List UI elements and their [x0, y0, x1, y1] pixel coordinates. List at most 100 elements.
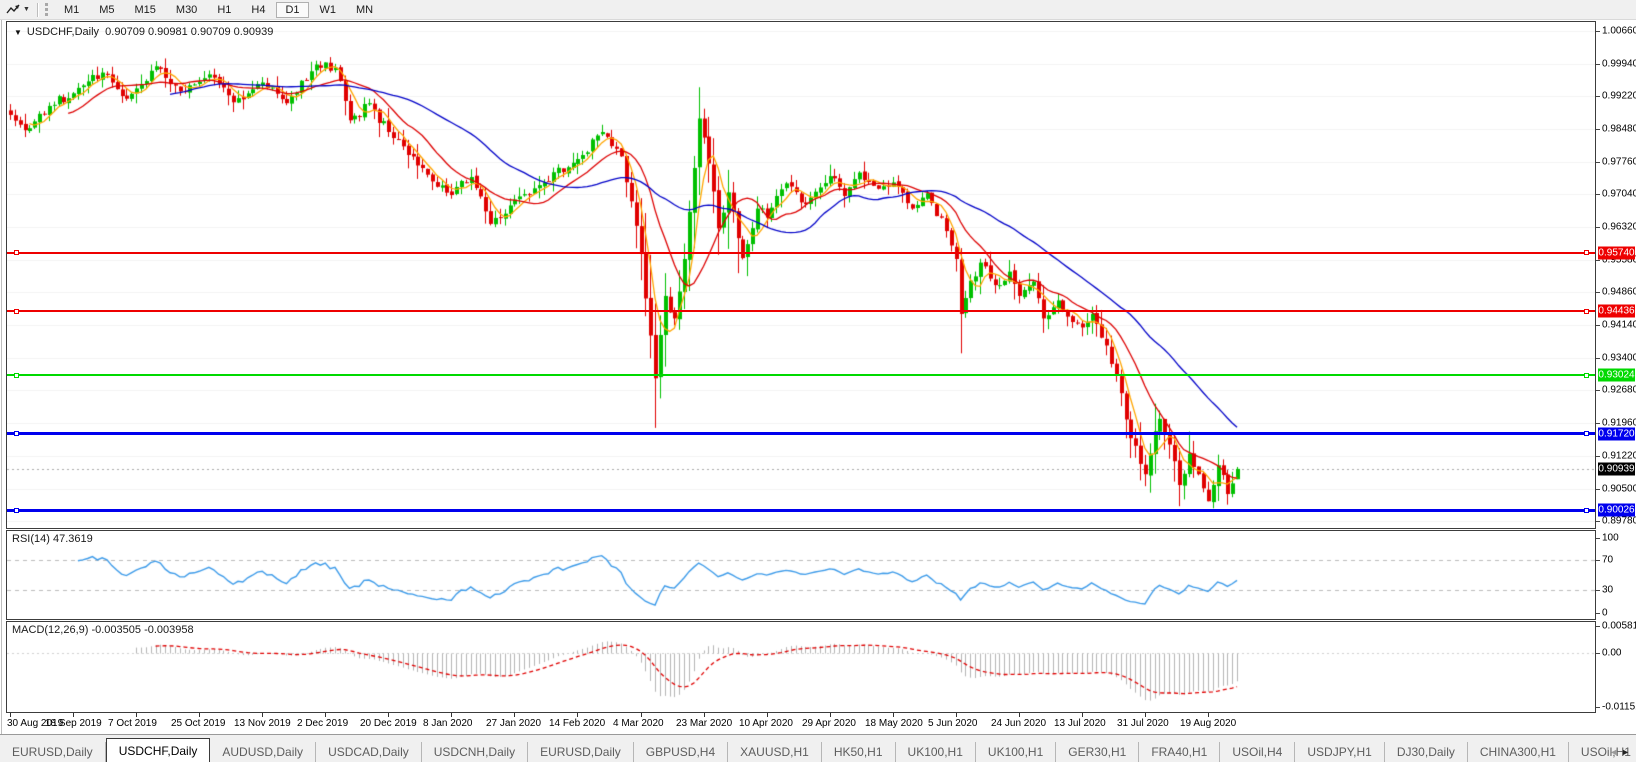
tab-xauusd-h1[interactable]: XAUUSD,H1	[728, 742, 822, 762]
hline-handle[interactable]	[1584, 309, 1589, 314]
tab-audusd-daily[interactable]: AUDUSD,Daily	[210, 742, 316, 762]
date-tick-mark	[136, 713, 137, 717]
hline-0.91720[interactable]	[7, 432, 1595, 435]
date-tick-mark	[704, 713, 705, 717]
chart-collapse-icon[interactable]: ▼	[14, 28, 22, 37]
price-tick-label: 0.97040	[1602, 189, 1636, 200]
price-tick-label: 0.93400	[1602, 353, 1636, 364]
hline-price-label: 0.95740	[1598, 246, 1635, 259]
timeframe-button-H1[interactable]: H1	[208, 2, 240, 18]
chart-title-ohlc: 0.90709 0.90981 0.90709 0.90939	[105, 26, 273, 38]
tab-usdjpy-h1[interactable]: USDJPY,H1	[1295, 742, 1384, 762]
hline-handle[interactable]	[1584, 373, 1589, 378]
tab-gbpusd-h4[interactable]: GBPUSD,H4	[634, 742, 728, 762]
date-tick-mark	[514, 713, 515, 717]
hline-handle[interactable]	[1584, 508, 1589, 513]
timeframe-button-M30[interactable]: M30	[167, 2, 206, 18]
price-tick-mark	[1596, 162, 1600, 163]
tab-scroll-right-icon[interactable]: ►	[1621, 747, 1633, 757]
rsi-canvas[interactable]	[7, 531, 1595, 619]
tab-eurusd-daily[interactable]: EURUSD,Daily	[0, 742, 106, 762]
chevron-down-icon[interactable]: ▼	[23, 6, 30, 13]
hline-handle[interactable]	[14, 250, 19, 255]
rsi-tick-mark	[1596, 538, 1600, 539]
date-label: 31 Jul 2020	[1117, 718, 1169, 729]
hline-handle[interactable]	[14, 431, 19, 436]
hline-0.93024[interactable]	[7, 374, 1595, 376]
hline-0.94436[interactable]	[7, 310, 1595, 312]
date-label: 19 Aug 2020	[1180, 718, 1236, 729]
mt4-window: ▼ M1M5M15M30H1H4D1W1MN ▼ USDCHF,Daily 0.9…	[0, 0, 1636, 762]
tab-ger30-h1[interactable]: GER30,H1	[1056, 742, 1139, 762]
timeframe-button-MN[interactable]: MN	[347, 2, 382, 18]
price-tick-mark	[1596, 64, 1600, 65]
date-label: 25 Oct 2019	[171, 718, 225, 729]
price-tick-mark	[1596, 292, 1600, 293]
date-label: 5 Jun 2020	[928, 718, 978, 729]
rsi-tick-mark	[1596, 613, 1600, 614]
date-label: 4 Mar 2020	[613, 718, 664, 729]
date-tick-mark	[73, 713, 74, 717]
tab-usoil-h4[interactable]: USOil,H4	[1220, 742, 1295, 762]
date-label: 7 Oct 2019	[108, 718, 157, 729]
date-label: 18 May 2020	[865, 718, 923, 729]
date-label: 24 Jun 2020	[991, 718, 1046, 729]
toolbar-grip[interactable]	[45, 3, 48, 16]
hline-handle[interactable]	[1584, 250, 1589, 255]
tab-uk100-h1[interactable]: UK100,H1	[976, 742, 1056, 762]
tab-scroll-arrows: ◄►	[1609, 747, 1633, 757]
macd-tick-mark	[1596, 626, 1600, 627]
tab-scroll-left-icon[interactable]: ◄	[1609, 747, 1621, 757]
tab-usdcad-daily[interactable]: USDCAD,Daily	[316, 742, 422, 762]
chart-cursor-icon[interactable]	[4, 2, 22, 17]
price-tick-mark	[1596, 194, 1600, 195]
date-tick-mark	[1019, 713, 1020, 717]
tab-dj30-daily[interactable]: DJ30,Daily	[1385, 742, 1468, 762]
timeframe-button-M1[interactable]: M1	[55, 2, 88, 18]
timeframe-button-M5[interactable]: M5	[90, 2, 123, 18]
date-axis[interactable]: 30 Aug 201918 Sep 20197 Oct 201925 Oct 2…	[6, 713, 1596, 733]
price-tick-label: 0.99220	[1602, 90, 1636, 101]
date-tick-mark	[10, 713, 11, 717]
macd-canvas[interactable]	[7, 622, 1595, 711]
hline-0.95740[interactable]	[7, 252, 1595, 254]
tab-eurusd-daily[interactable]: EURUSD,Daily	[528, 742, 634, 762]
price-tick-mark	[1596, 96, 1600, 97]
date-label: 27 Jan 2020	[486, 718, 541, 729]
hline-handle[interactable]	[14, 373, 19, 378]
price-tick-label: 1.00660	[1602, 26, 1636, 37]
window-left-edge	[1, 20, 2, 761]
hline-0.90026[interactable]	[7, 509, 1595, 512]
tab-uk100-h1[interactable]: UK100,H1	[896, 742, 976, 762]
timeframe-button-W1[interactable]: W1	[311, 2, 346, 18]
tab-hk50-h1[interactable]: HK50,H1	[822, 742, 896, 762]
rsi-tick-label: 0	[1602, 608, 1608, 619]
date-tick-mark	[451, 713, 452, 717]
timeframe-toolbar: ▼ M1M5M15M30H1H4D1W1MN	[0, 0, 1636, 20]
price-tick-label: 0.94140	[1602, 319, 1636, 330]
hline-price-label: 0.94436	[1598, 305, 1635, 318]
macd-tick-mark	[1596, 653, 1600, 654]
date-label: 20 Dec 2019	[360, 718, 417, 729]
toolbar-separator	[37, 3, 39, 17]
timeframe-button-D1[interactable]: D1	[276, 2, 308, 18]
tab-fra40-h1[interactable]: FRA40,H1	[1139, 742, 1220, 762]
timeframe-button-M15[interactable]: M15	[126, 2, 165, 18]
date-label: 23 Mar 2020	[676, 718, 732, 729]
date-tick-mark	[388, 713, 389, 717]
date-label: 2 Dec 2019	[297, 718, 348, 729]
tab-usdchf-daily[interactable]: USDCHF,Daily	[106, 738, 211, 762]
hline-handle[interactable]	[14, 309, 19, 314]
tab-china300-h1[interactable]: CHINA300,H1	[1468, 742, 1569, 762]
tab-usdcnh-daily[interactable]: USDCNH,Daily	[422, 742, 528, 762]
macd-tick-label: -0.01151	[1602, 701, 1636, 712]
hline-handle[interactable]	[14, 508, 19, 513]
hline-price-label: 0.90026	[1598, 504, 1635, 517]
price-axis[interactable]: 1.006600.999400.992200.984800.977600.970…	[1596, 21, 1636, 713]
timeframe-button-H4[interactable]: H4	[242, 2, 274, 18]
rsi-tick-label: 70	[1602, 555, 1613, 566]
hline-handle[interactable]	[1584, 431, 1589, 436]
chart-title-symbol: USDCHF,Daily	[27, 26, 99, 38]
main-chart-canvas[interactable]	[7, 22, 1595, 528]
price-tick-label: 0.92680	[1602, 385, 1636, 396]
